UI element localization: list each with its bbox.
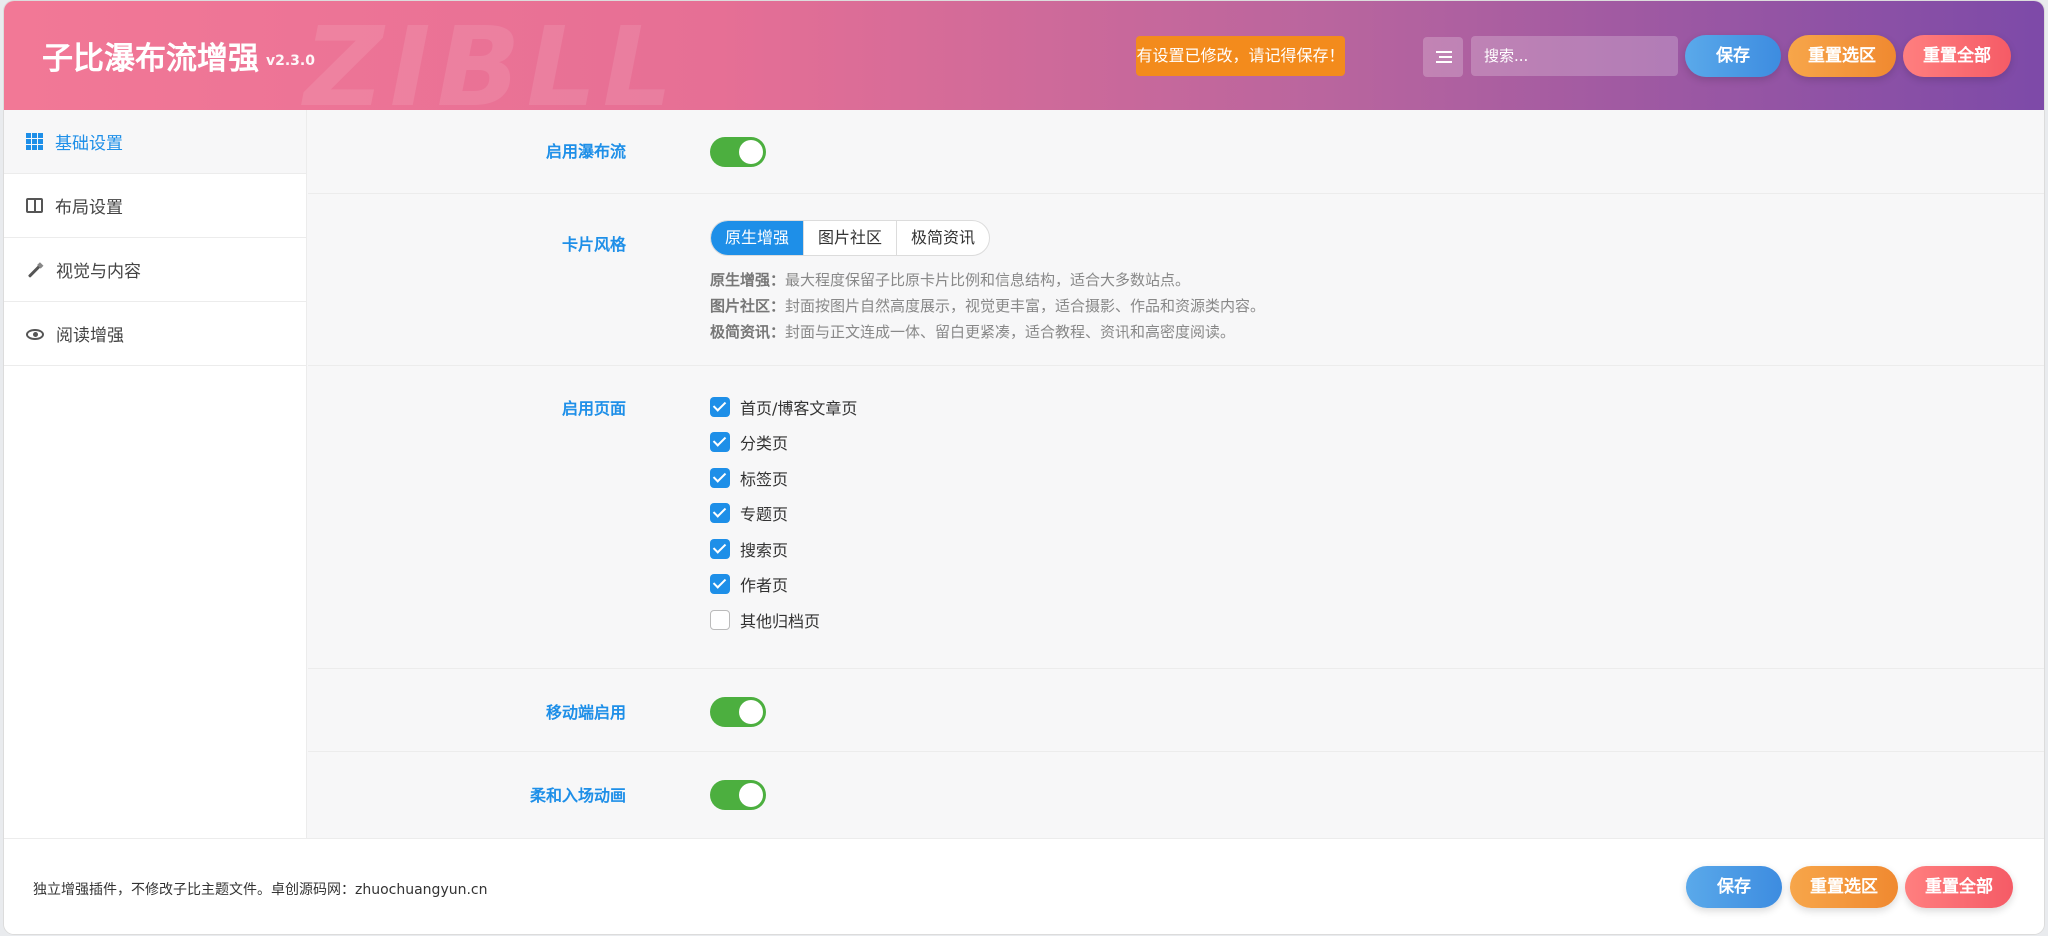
checkbox[interactable]	[710, 610, 730, 630]
sidebar-item-label: 基础设置	[55, 134, 123, 154]
card-style-option-minimal[interactable]: 极简资讯	[897, 221, 989, 255]
checkbox[interactable]	[710, 539, 730, 559]
list-toggle-button[interactable]	[1423, 37, 1463, 77]
sidebar-item-label: 阅读增强	[56, 326, 124, 346]
reset-all-button[interactable]: 重置全部	[1903, 35, 2011, 77]
magic-wand-icon	[22, 257, 47, 282]
setting-row-enabled-pages: 启用页面 首页/博客文章页 分类页 标签页 专题页 搜索页 作者页 其他归档页	[308, 366, 2044, 669]
soft-animation-toggle[interactable]	[710, 780, 766, 810]
list-icon	[1436, 51, 1452, 53]
settings-panel: 启用瀑布流 卡片风格 原生增强 图片社区 极简资讯 原生增强：最大程度保留子比原…	[308, 110, 2044, 838]
footer-reset-all-button[interactable]: 重置全部	[1905, 866, 2013, 908]
page-checkbox-category[interactable]: 分类页	[710, 430, 788, 454]
card-style-description: 原生增强：最大程度保留子比原卡片比例和信息结构，适合大多数站点。	[710, 271, 1191, 289]
checkbox[interactable]	[710, 397, 730, 417]
setting-row-card-style: 卡片风格 原生增强 图片社区 极简资讯 原生增强：最大程度保留子比原卡片比例和信…	[308, 194, 2044, 366]
card-style-option-gallery[interactable]: 图片社区	[804, 221, 898, 255]
sidebar-item-reading[interactable]: 阅读增强	[4, 302, 306, 366]
setting-label: 柔和入场动画	[529, 786, 626, 805]
checkbox[interactable]	[710, 468, 730, 488]
card-style-selector: 原生增强 图片社区 极简资讯	[710, 220, 991, 256]
page-checkbox-search[interactable]: 搜索页	[710, 537, 788, 561]
checkbox[interactable]	[710, 574, 730, 594]
page-checkbox-home[interactable]: 首页/博客文章页	[710, 395, 857, 419]
setting-label: 移动端启用	[545, 703, 626, 722]
footer-reset-section-button[interactable]: 重置选区	[1790, 866, 1898, 908]
card-style-description: 图片社区：封面按图片自然高度展示，视觉更丰富，适合摄影、作品和资源类内容。	[710, 297, 1266, 315]
footer-text: 独立增强插件，不修改子比主题文件。卓创源码网：zhuochuangyun.cn	[33, 882, 488, 898]
sidebar-item-label: 视觉与内容	[56, 262, 141, 282]
page-checkbox-tag[interactable]: 标签页	[710, 466, 788, 490]
save-button[interactable]: 保存	[1685, 35, 1781, 77]
setting-label: 启用页面	[561, 399, 626, 418]
sidebar-item-visual[interactable]: 视觉与内容	[4, 238, 306, 302]
search-input[interactable]	[1471, 36, 1678, 76]
setting-label: 卡片风格	[561, 235, 626, 254]
settings-window: ZIBLL 子比瀑布流增强 v2.3.0 有设置已修改，请记得保存！ 保存 重置…	[4, 1, 2044, 934]
sidebar-item-label: 布局设置	[55, 198, 123, 218]
card-style-description: 极简资讯：封面与正文连成一体、留白更紧凑，适合教程、资讯和高密度阅读。	[710, 323, 1236, 341]
header: ZIBLL 子比瀑布流增强 v2.3.0 有设置已修改，请记得保存！ 保存 重置…	[4, 1, 2044, 110]
checkbox[interactable]	[710, 432, 730, 452]
enable-waterfall-toggle[interactable]	[710, 137, 766, 167]
sidebar: 基础设置 布局设置 视觉与内容 阅读增强	[4, 110, 307, 838]
card-style-option-native[interactable]: 原生增强	[711, 221, 805, 255]
header-watermark: ZIBLL	[304, 3, 679, 110]
grid-icon	[26, 133, 43, 150]
setting-label: 启用瀑布流	[545, 142, 626, 161]
page-checkbox-archive[interactable]: 其他归档页	[710, 608, 820, 632]
setting-row-mobile: 移动端启用	[308, 669, 2044, 752]
page-checkbox-author[interactable]: 作者页	[710, 572, 788, 596]
mobile-enable-toggle[interactable]	[710, 697, 766, 727]
eye-icon	[26, 329, 44, 340]
columns-icon	[26, 198, 43, 213]
checkbox[interactable]	[710, 503, 730, 523]
page-title: 子比瀑布流增强	[42, 41, 259, 77]
sidebar-item-layout[interactable]: 布局设置	[4, 174, 306, 238]
setting-row-enable-waterfall: 启用瀑布流	[308, 110, 2044, 194]
reset-section-button[interactable]: 重置选区	[1788, 35, 1896, 77]
footer-save-button[interactable]: 保存	[1686, 866, 1782, 908]
page-checkbox-topic[interactable]: 专题页	[710, 501, 788, 525]
unsaved-notice: 有设置已修改，请记得保存！	[1136, 36, 1345, 76]
setting-row-animation: 柔和入场动画	[308, 752, 2044, 838]
version-label: v2.3.0	[266, 53, 315, 69]
sidebar-item-basic[interactable]: 基础设置	[4, 110, 306, 174]
footer: 独立增强插件，不修改子比主题文件。卓创源码网：zhuochuangyun.cn …	[4, 838, 2044, 934]
